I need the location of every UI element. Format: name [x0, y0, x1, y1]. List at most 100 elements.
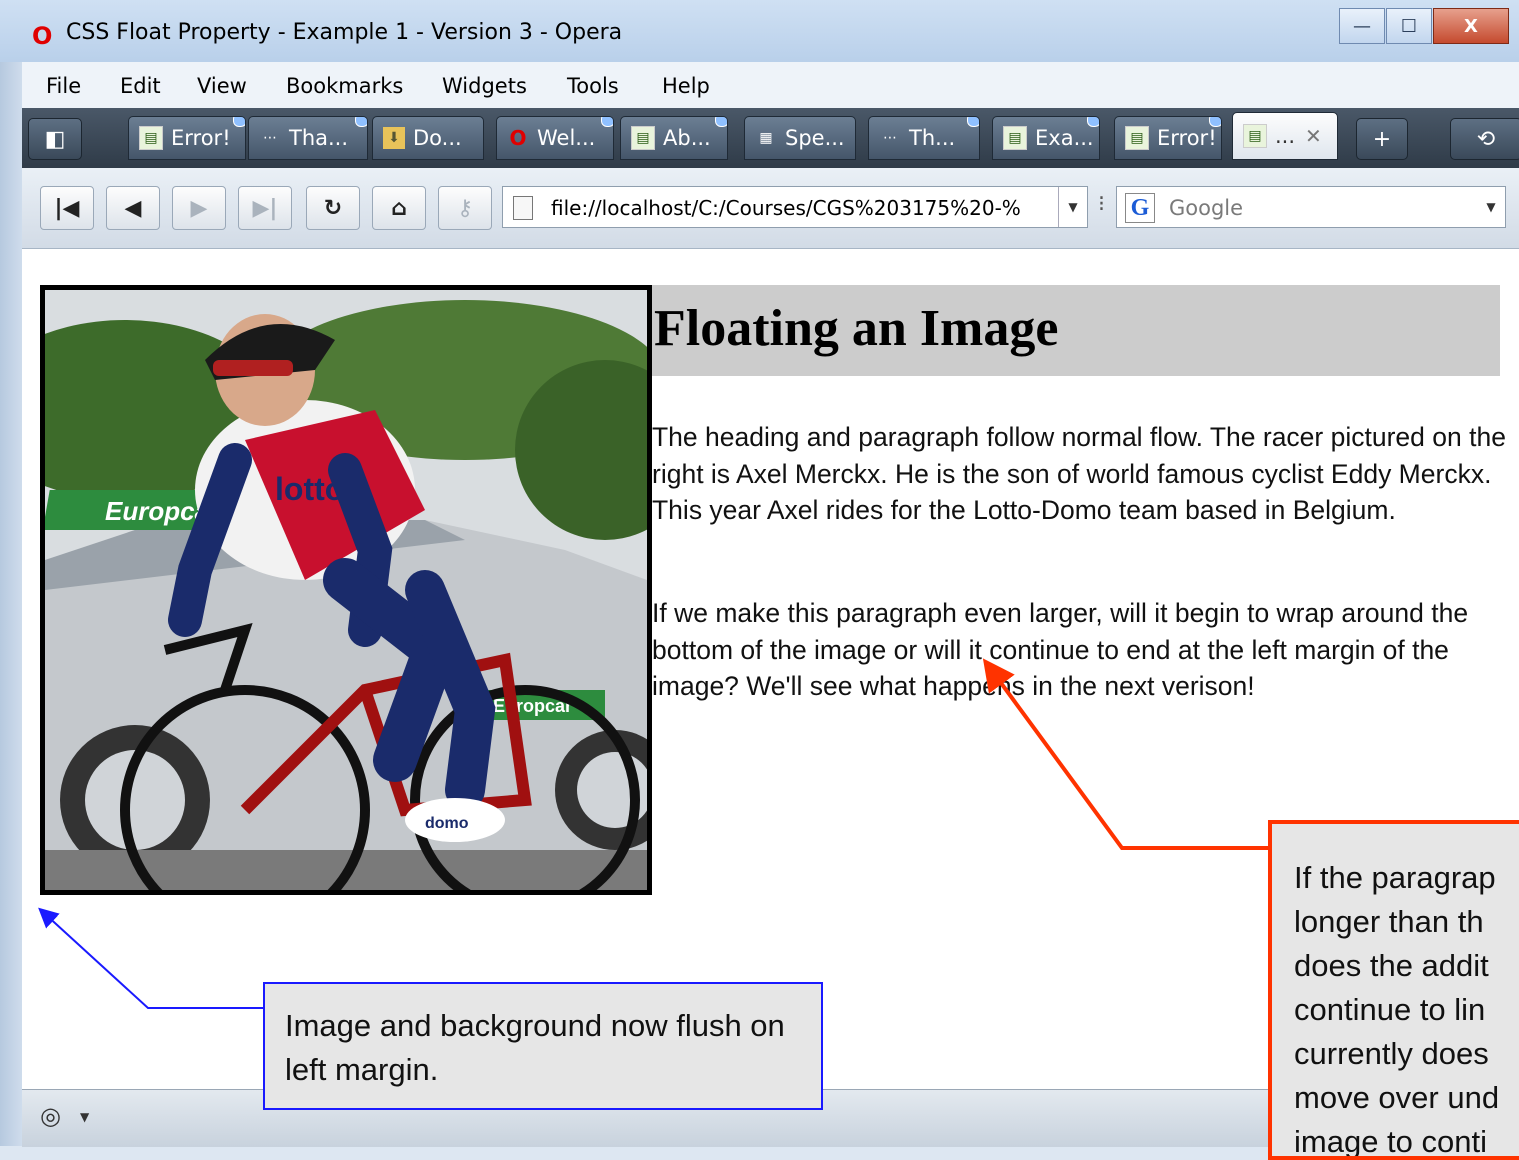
new-tab-button[interactable]: +	[1356, 118, 1408, 160]
tab-indicator	[601, 117, 613, 127]
callout-red-line: image to conti	[1294, 1124, 1487, 1159]
chevron-down-icon[interactable]: ▼	[1058, 187, 1087, 227]
minimize-button[interactable]: —	[1339, 8, 1385, 44]
menu-widgets[interactable]: Widgets	[442, 74, 527, 98]
tab-label: ...	[1275, 124, 1296, 148]
menu-file[interactable]: File	[46, 74, 81, 98]
speech-icon: ⋯	[263, 130, 277, 146]
tab-label: Error!	[1157, 126, 1217, 150]
tab-label: Tha...	[289, 126, 349, 150]
key-icon: ⚷	[456, 195, 474, 221]
page-heading-box: Floating an Image	[652, 285, 1500, 376]
tab-label: Spe...	[785, 126, 845, 150]
window-frame-left	[0, 62, 22, 1146]
menu-view[interactable]: View	[197, 74, 247, 98]
menu-edit[interactable]: Edit	[120, 74, 161, 98]
menu-help[interactable]: Help	[662, 74, 710, 98]
tab-do[interactable]: ⬇ Do...	[372, 116, 484, 160]
paragraph-2: If we make this paragraph even larger, w…	[652, 598, 1469, 701]
tab-error-1[interactable]: ▤ Error!	[128, 116, 246, 160]
fast-forward-button[interactable]: ▶|	[238, 186, 292, 230]
close-button[interactable]: X	[1433, 8, 1509, 44]
toolbar-separator: ⁝	[1098, 192, 1105, 217]
callout-red-text: If the paragrap longer than th does the …	[1294, 856, 1519, 1159]
page-icon: ▤	[139, 126, 163, 150]
navigation-toolbar: |◀ ◀ ▶ ▶| ↻ ⌂ ⚷ file://localhost/C:/Cour…	[22, 168, 1519, 249]
shoe-text: domo	[425, 815, 469, 832]
callout-red-line: continue to lin	[1294, 992, 1486, 1027]
forward-arrow-icon: ▶	[190, 195, 208, 221]
menu-tools[interactable]: Tools	[567, 74, 619, 98]
tab-spe[interactable]: ▦ Spe...	[744, 116, 856, 160]
home-icon: ⌂	[391, 195, 407, 221]
tab-exa[interactable]: ▤ Exa...	[992, 116, 1100, 160]
tab-label: Do...	[413, 126, 462, 150]
title-bar[interactable]: O CSS Float Property - Example 1 - Versi…	[0, 0, 1519, 62]
tab-wel[interactable]: O Wel...	[496, 116, 614, 160]
address-input[interactable]: file://localhost/C:/Courses/CGS%203175%2…	[551, 196, 1041, 220]
cyclist-photo: Europca Europcar lotto domo	[40, 285, 652, 895]
wand-button[interactable]: ⚷	[438, 186, 492, 230]
panel-toggle-button[interactable]: ◧	[28, 118, 82, 160]
search-field[interactable]: G Google ▼	[1116, 186, 1506, 228]
tab-error-2[interactable]: ▤ Error!	[1114, 116, 1222, 160]
callout-red-line: If the paragrap	[1294, 860, 1496, 895]
cyclist-image: Europca Europcar lotto domo	[45, 290, 647, 890]
page-icon	[513, 196, 533, 220]
callout-red-line: move over und	[1294, 1080, 1500, 1115]
speed-dial-icon[interactable]: ◎	[40, 1102, 61, 1130]
tab-indicator	[1087, 117, 1099, 127]
window-title: CSS Float Property - Example 1 - Version…	[66, 20, 623, 45]
opera-logo-icon: O	[32, 22, 53, 50]
download-icon: ⬇	[383, 127, 405, 149]
tab-indicator	[967, 117, 979, 127]
home-button[interactable]: ⌂	[372, 186, 426, 230]
callout-red-line: currently does	[1294, 1036, 1489, 1071]
back-button[interactable]: ◀	[106, 186, 160, 230]
chevron-down-icon[interactable]: ▼	[80, 1110, 89, 1124]
page-icon: ▤	[1243, 124, 1267, 148]
page-icon: ▤	[1003, 126, 1027, 150]
chevron-down-icon[interactable]: ▼	[1477, 187, 1505, 227]
menu-bookmarks[interactable]: Bookmarks	[286, 74, 403, 98]
window-controls: — ☐ X	[1338, 8, 1509, 44]
panel-icon: ◧	[44, 126, 66, 152]
close-tab-icon[interactable]: ✕	[1305, 124, 1322, 148]
tab-indicator	[233, 117, 245, 127]
car-sign-text: Europca	[105, 496, 209, 526]
reload-button[interactable]: ↻	[306, 186, 360, 230]
annotation-callout-blue: Image and background now flush on left m…	[263, 982, 823, 1110]
tab-bar: ◧ ▤ Error! ⋯ Tha... ⬇ Do... O Wel... ▤ A…	[22, 108, 1519, 168]
tab-label: Error!	[171, 126, 231, 150]
speech-icon: ⋯	[883, 130, 897, 146]
rewind-icon: |◀	[54, 195, 80, 221]
browser-window: O CSS Float Property - Example 1 - Versi…	[0, 0, 1519, 1160]
opera-icon: O	[509, 126, 527, 150]
tab-indicator	[715, 117, 727, 127]
fast-forward-icon: ▶|	[252, 195, 278, 221]
paragraph-1: The heading and paragraph follow normal …	[652, 422, 1506, 525]
tab-indicator	[1209, 117, 1221, 127]
annotation-callout-red: If the paragrap longer than th does the …	[1268, 820, 1519, 1160]
page-icon: ▤	[1125, 126, 1149, 150]
closed-tabs-button[interactable]: ⟲	[1450, 118, 1519, 160]
tab-indicator	[355, 117, 367, 127]
grid-icon: ▦	[759, 130, 773, 146]
tab-active[interactable]: ▤ ... ✕	[1232, 112, 1338, 160]
tab-label: Exa...	[1035, 126, 1094, 150]
trash-restore-icon: ⟲	[1476, 126, 1496, 152]
maximize-button[interactable]: ☐	[1386, 8, 1432, 44]
address-bar[interactable]: file://localhost/C:/Courses/CGS%203175%2…	[502, 186, 1088, 228]
back-arrow-icon: ◀	[124, 195, 142, 221]
callout-red-line: longer than th	[1294, 904, 1484, 939]
forward-button[interactable]: ▶	[172, 186, 226, 230]
page-heading: Floating an Image	[654, 300, 1059, 357]
rewind-button[interactable]: |◀	[40, 186, 94, 230]
tab-label: Wel...	[537, 126, 596, 150]
tab-ab[interactable]: ▤ Ab...	[620, 116, 728, 160]
google-icon[interactable]: G	[1125, 193, 1155, 223]
search-input[interactable]: Google	[1169, 196, 1243, 220]
tab-th[interactable]: ⋯ Th...	[868, 116, 980, 160]
tab-tha[interactable]: ⋯ Tha...	[248, 116, 368, 160]
tab-label: Th...	[909, 126, 956, 150]
